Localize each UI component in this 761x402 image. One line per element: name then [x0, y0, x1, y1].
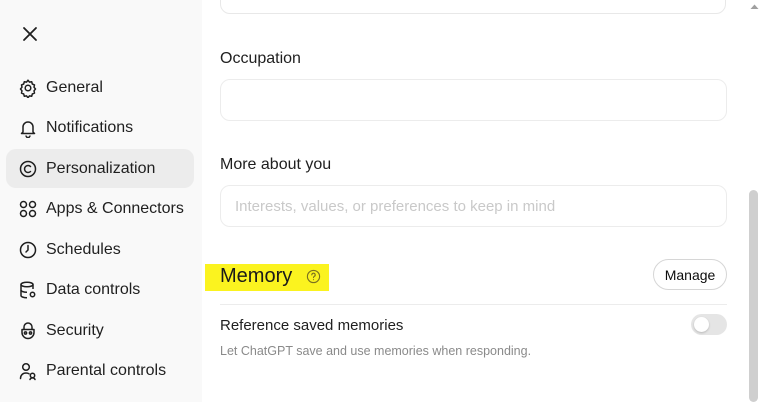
bell-icon	[18, 118, 38, 138]
more-about-input[interactable]	[220, 185, 727, 227]
sidebar-item-apps-connectors[interactable]: Apps & Connectors	[6, 189, 194, 228]
scroll-up-arrow-icon[interactable]	[749, 0, 759, 12]
sidebar-item-label: Schedules	[46, 240, 121, 258]
sidebar-item-general[interactable]: General	[6, 68, 194, 107]
settings-content: Occupation More about you Memory Manage …	[202, 0, 761, 402]
shield-icon	[18, 321, 38, 341]
more-about-label: More about you	[220, 156, 332, 173]
gear-icon	[18, 78, 38, 98]
close-icon	[23, 27, 37, 41]
occupation-label: Occupation	[220, 50, 301, 67]
database-icon	[18, 280, 38, 300]
memory-section-title: Memory	[220, 265, 293, 287]
previous-field-input[interactable]	[220, 0, 726, 14]
parental-icon	[18, 361, 38, 381]
apps-icon	[18, 199, 38, 219]
sidebar-item-label: Notifications	[46, 118, 134, 136]
reference-memories-description: Let ChatGPT save and use memories when r…	[220, 344, 532, 358]
reference-memories-label: Reference saved memories	[220, 317, 404, 334]
sidebar-item-data-controls[interactable]: Data controls	[6, 270, 194, 309]
sidebar-item-label: Security	[46, 321, 104, 339]
personalization-icon	[18, 159, 38, 179]
sidebar-item-label: Parental controls	[46, 361, 167, 379]
sidebar-item-notifications[interactable]: Notifications	[6, 108, 194, 147]
sidebar-item-label: Data controls	[46, 280, 141, 298]
settings-sidebar: General Notifications Personalization Ap…	[0, 0, 202, 402]
sidebar-item-label: General	[46, 78, 103, 96]
close-button[interactable]	[14, 18, 46, 50]
sidebar-item-label: Apps & Connectors	[46, 199, 184, 217]
clock-icon	[18, 240, 38, 260]
reference-memories-toggle[interactable]	[691, 314, 727, 335]
sidebar-item-parental-controls[interactable]: Parental controls	[6, 351, 194, 390]
manage-memory-button[interactable]: Manage	[653, 259, 727, 290]
help-icon[interactable]	[305, 268, 321, 284]
sidebar-item-personalization[interactable]: Personalization	[6, 149, 194, 188]
sidebar-item-schedules[interactable]: Schedules	[6, 230, 194, 269]
toggle-knob	[694, 317, 709, 332]
occupation-input[interactable]	[220, 79, 727, 121]
sidebar-item-security[interactable]: Security	[6, 311, 194, 350]
scrollbar-thumb[interactable]	[749, 190, 758, 402]
sidebar-item-label: Personalization	[46, 159, 156, 177]
section-divider	[220, 304, 727, 305]
